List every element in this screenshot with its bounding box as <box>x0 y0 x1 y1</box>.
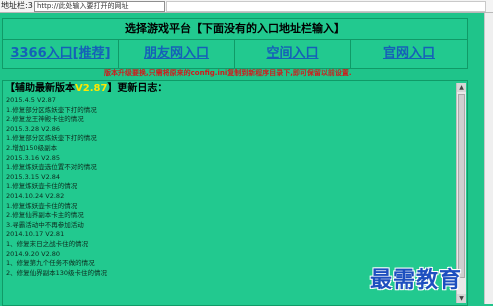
log-header: 【辅助最新版本V2.87】更新日志： <box>5 82 167 95</box>
address-input-extension[interactable] <box>166 1 486 12</box>
log-line: 1.修复炼妖壶卡住的情况 <box>6 201 78 210</box>
window-scrollbar[interactable] <box>484 13 493 304</box>
address-bar: 地址栏:3 http://此处输入要打开的网址 <box>0 0 493 13</box>
log-line: 1.修复部分区炼妖壶下打的情况 <box>6 134 97 143</box>
scroll-up-icon[interactable]: ▲ <box>457 83 466 92</box>
log-line: 1.修复部分区炼妖壶下打的情况 <box>6 105 97 114</box>
address-input[interactable]: http://此处输入要打开的网址 <box>34 1 165 12</box>
scroll-thumb[interactable] <box>458 94 465 278</box>
log-line: 2015.3.15 V2.84 <box>6 172 61 181</box>
platform-selector: 选择游戏平台【下面没有的入口地址栏输入】 3366入口[推荐] 朋友网入口 空间… <box>2 18 468 69</box>
link-3366[interactable]: 3366入口[推荐] <box>3 40 119 68</box>
link-qzone[interactable]: 空间入口 <box>235 40 351 68</box>
platform-title: 选择游戏平台【下面没有的入口地址栏输入】 <box>3 19 467 40</box>
scroll-down-icon[interactable]: ▼ <box>457 294 466 303</box>
address-label: 地址栏:3 <box>1 1 33 10</box>
log-line: 2014.10.17 V2.81 <box>6 230 65 239</box>
log-lines: 2015.4.5 V2.87 1.修复部分区炼妖壶下打的情况 2.修复龙王神殿卡住的… <box>6 96 446 278</box>
log-line: 2015.4.5 V2.87 <box>6 96 56 104</box>
link-pengyou[interactable]: 朋友网入口 <box>119 40 235 68</box>
log-header-suffix: 】更新日志： <box>107 83 168 94</box>
log-header-prefix: 【辅助最新版本 <box>5 83 75 94</box>
log-line: 2.增加150级副本 <box>6 143 58 152</box>
log-line: 1.修复炼妖壶卡住的情况 <box>6 182 78 191</box>
log-line: 1.修复炼妖壶选位置不对的情况 <box>6 163 97 172</box>
upgrade-notice: 版本升级要换,只需将原来的config.ini复制到新程序目录下,即可保留以前设… <box>104 69 352 77</box>
log-line: 2.修复仙界副本卡主的情况 <box>6 211 84 220</box>
link-official[interactable]: 官网入口 <box>351 40 467 68</box>
log-line: 1、修复末日之战卡住的情况 <box>6 239 89 248</box>
log-line: 2015.3.28 V2.86 <box>6 124 61 133</box>
log-header-version: V2.87 <box>75 83 108 94</box>
log-line: 2014.9.20 V2.80 <box>6 249 61 258</box>
log-line: 3.寻霸活动中不再参加活动 <box>6 220 84 229</box>
log-line: 2.修复龙王神殿卡住的情况 <box>6 115 84 124</box>
log-line: 2015.3.16 V2.85 <box>6 153 61 162</box>
watermark-logo: 最需教育 <box>370 267 463 293</box>
log-line: 2014.10.24 V2.82 <box>6 191 65 200</box>
